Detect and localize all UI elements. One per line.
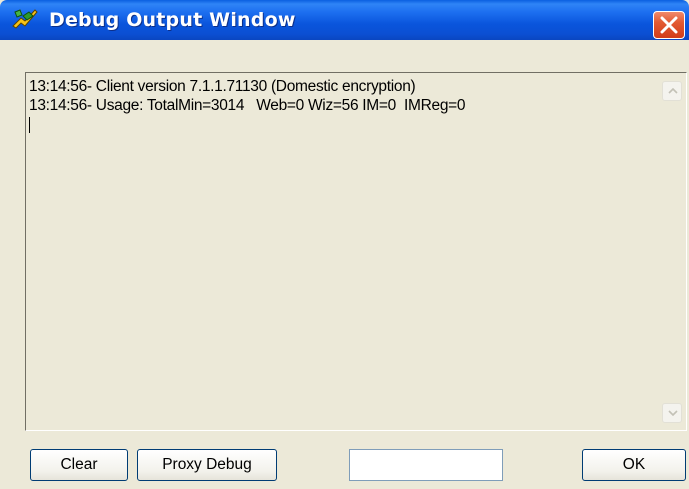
clear-button[interactable]: Clear [30,449,128,481]
output-text: 13:14:56- Client version 7.1.1.71130 (Do… [29,77,466,133]
text-input[interactable] [349,449,503,481]
scroll-up-button[interactable] [662,81,682,101]
ok-button[interactable]: OK [582,449,686,481]
chevron-down-icon [668,410,678,416]
proxy-debug-button[interactable]: Proxy Debug [137,449,277,481]
debug-output-area[interactable]: 13:14:56- Client version 7.1.1.71130 (Do… [25,72,687,431]
close-icon [660,16,678,34]
close-button[interactable] [653,11,685,39]
window-title: Debug Output Window [49,9,296,31]
scroll-down-button[interactable] [662,403,682,423]
output-line: 13:14:56- Client version 7.1.1.71130 (Do… [29,78,416,95]
chevron-up-icon [668,88,678,94]
title-bar[interactable]: Debug Output Window [0,0,689,40]
vertical-scrollbar[interactable] [662,75,684,428]
dialog-body: 13:14:56- Client version 7.1.1.71130 (Do… [0,40,689,489]
text-caret [29,117,30,133]
app-icon [11,6,39,32]
output-line: 13:14:56- Usage: TotalMin=3014 Web=0 Wiz… [29,97,466,114]
